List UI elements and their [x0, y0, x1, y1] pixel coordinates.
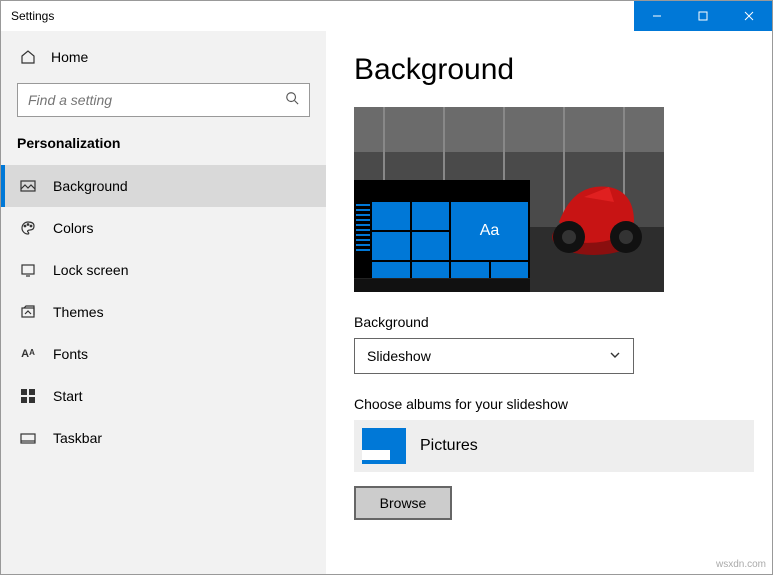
sidebar-item-label: Fonts [53, 346, 88, 362]
home-icon [19, 49, 37, 65]
body: Home Personalization Background [1, 31, 772, 574]
sidebar-item-label: Themes [53, 304, 104, 320]
start-icon [19, 389, 37, 403]
folder-icon [362, 428, 406, 464]
sidebar-item-lock-screen[interactable]: Lock screen [1, 249, 326, 291]
chevron-down-icon [609, 348, 621, 364]
sidebar-item-fonts[interactable]: AA Fonts [1, 333, 326, 375]
background-select[interactable]: Slideshow [354, 338, 634, 374]
preview-sample-text: Aa [451, 202, 528, 260]
window-title: Settings [1, 9, 54, 23]
minimize-button[interactable] [634, 1, 680, 31]
page-title: Background [354, 53, 744, 87]
sidebar-item-themes[interactable]: Themes [1, 291, 326, 333]
sidebar-item-label: Background [53, 178, 128, 194]
titlebar: Settings [1, 1, 772, 31]
sidebar-item-start[interactable]: Start [1, 375, 326, 417]
album-name: Pictures [420, 437, 478, 455]
preview-taskbar [354, 278, 530, 292]
sidebar-item-label: Start [53, 388, 83, 404]
home-link[interactable]: Home [1, 41, 326, 73]
themes-icon [19, 304, 37, 320]
sidebar: Home Personalization Background [1, 31, 326, 574]
taskbar-icon [19, 430, 37, 446]
fonts-icon: AA [19, 348, 37, 360]
sidebar-item-taskbar[interactable]: Taskbar [1, 417, 326, 459]
settings-window: Settings Home [0, 0, 773, 575]
window-controls [634, 1, 772, 31]
sidebar-item-label: Lock screen [53, 262, 128, 278]
sidebar-item-label: Colors [53, 220, 93, 236]
home-label: Home [51, 49, 88, 65]
close-button[interactable] [726, 1, 772, 31]
maximize-button[interactable] [680, 1, 726, 31]
lock-screen-icon [19, 262, 37, 278]
album-item[interactable]: Pictures [354, 420, 754, 472]
albums-label: Choose albums for your slideshow [354, 396, 744, 412]
background-label: Background [354, 314, 744, 330]
search-box[interactable] [17, 83, 310, 117]
category-heading: Personalization [1, 135, 326, 165]
search-icon [285, 91, 299, 110]
main-content: Background [326, 31, 772, 574]
palette-icon [19, 220, 37, 236]
background-select-value: Slideshow [367, 348, 431, 364]
search-wrap [1, 73, 326, 135]
desktop-preview: Aa [354, 107, 664, 292]
sidebar-item-background[interactable]: Background [1, 165, 326, 207]
browse-button[interactable]: Browse [354, 486, 452, 520]
picture-icon [19, 178, 37, 194]
sidebar-item-colors[interactable]: Colors [1, 207, 326, 249]
sidebar-item-label: Taskbar [53, 430, 102, 446]
watermark: wsxdn.com [716, 559, 766, 570]
search-input[interactable] [28, 92, 285, 108]
